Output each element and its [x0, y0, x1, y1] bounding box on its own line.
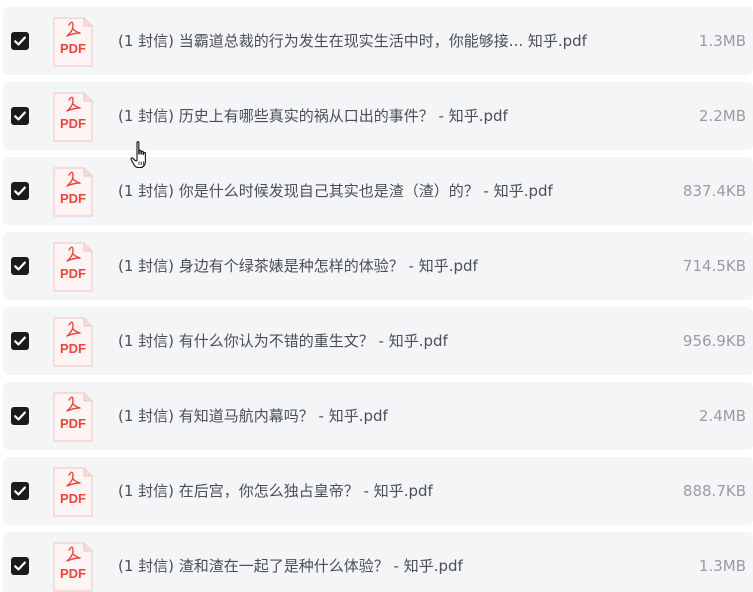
- file-size: 888.7KB: [682, 482, 746, 500]
- file-name: (1 封信) 渣和渣在一起了是种什么体验？ - 知乎.pdf: [118, 557, 463, 575]
- file-size: 1.3MB: [698, 557, 746, 575]
- checkmark-icon: [14, 486, 26, 496]
- pdf-file-icon: PDF: [53, 542, 93, 592]
- pdf-file-icon: PDF: [53, 242, 93, 292]
- file-size: 714.5KB: [682, 257, 746, 275]
- hand-pointer-icon: [130, 141, 146, 169]
- checkbox[interactable]: [11, 107, 29, 125]
- file-name: (1 封信) 历史上有哪些真实的祸从口出的事件？ - 知乎.pdf: [118, 107, 508, 125]
- pdf-label: PDF: [60, 341, 86, 356]
- pdf-file-icon: PDF: [53, 92, 93, 142]
- checkmark-icon: [14, 186, 26, 196]
- pdf-label: PDF: [60, 191, 86, 206]
- file-size: 956.9KB: [682, 332, 746, 350]
- checkbox[interactable]: [11, 557, 29, 575]
- file-row[interactable]: PDF (1 封信) 在后宫，你怎么独占皇帝？ - 知乎.pdf 888.7KB: [3, 457, 753, 525]
- file-name: (1 封信) 有什么你认为不错的重生文？ - 知乎.pdf: [118, 332, 448, 350]
- checkbox[interactable]: [11, 32, 29, 50]
- pdf-file-icon: PDF: [53, 167, 93, 217]
- pdf-file-icon: PDF: [53, 392, 93, 442]
- file-size: 2.4MB: [698, 407, 746, 425]
- checkbox[interactable]: [11, 407, 29, 425]
- file-row[interactable]: PDF (1 封信) 你是什么时候发现自己其实也是渣（渣）的？ - 知乎.pdf…: [3, 157, 753, 225]
- checkbox[interactable]: [11, 182, 29, 200]
- file-row[interactable]: PDF (1 封信) 渣和渣在一起了是种什么体验？ - 知乎.pdf 1.3MB: [3, 532, 753, 592]
- pdf-label: PDF: [60, 116, 86, 131]
- pdf-label: PDF: [60, 416, 86, 431]
- file-list: PDF (1 封信) 当霸道总裁的行为发生在现实生活中时，你能够接... 知乎.…: [0, 0, 753, 592]
- checkbox[interactable]: [11, 257, 29, 275]
- checkbox[interactable]: [11, 332, 29, 350]
- file-size: 1.3MB: [698, 32, 746, 50]
- file-row[interactable]: PDF (1 封信) 有知道马航内幕吗？ - 知乎.pdf 2.4MB: [3, 382, 753, 450]
- file-name: (1 封信) 有知道马航内幕吗？ - 知乎.pdf: [118, 407, 388, 425]
- checkbox[interactable]: [11, 482, 29, 500]
- pdf-file-icon: PDF: [53, 317, 93, 367]
- pdf-file-icon: PDF: [53, 17, 93, 67]
- checkmark-icon: [14, 261, 26, 271]
- file-size: 2.2MB: [698, 107, 746, 125]
- pdf-label: PDF: [60, 266, 86, 281]
- file-name: (1 封信) 身边有个绿茶婊是种怎样的体验？ - 知乎.pdf: [118, 257, 478, 275]
- checkmark-icon: [14, 411, 26, 421]
- file-size: 837.4KB: [682, 182, 746, 200]
- checkmark-icon: [14, 561, 26, 571]
- file-name: (1 封信) 你是什么时候发现自己其实也是渣（渣）的？ - 知乎.pdf: [118, 182, 553, 200]
- file-row[interactable]: PDF (1 封信) 身边有个绿茶婊是种怎样的体验？ - 知乎.pdf 714.…: [3, 232, 753, 300]
- file-row[interactable]: PDF (1 封信) 当霸道总裁的行为发生在现实生活中时，你能够接... 知乎.…: [3, 7, 753, 75]
- file-row[interactable]: PDF (1 封信) 有什么你认为不错的重生文？ - 知乎.pdf 956.9K…: [3, 307, 753, 375]
- pdf-label: PDF: [60, 566, 86, 581]
- pdf-file-icon: PDF: [53, 467, 93, 517]
- file-name: (1 封信) 当霸道总裁的行为发生在现实生活中时，你能够接... 知乎.pdf: [118, 32, 587, 50]
- checkmark-icon: [14, 111, 26, 121]
- pdf-label: PDF: [60, 41, 86, 56]
- file-name: (1 封信) 在后宫，你怎么独占皇帝？ - 知乎.pdf: [118, 482, 433, 500]
- checkmark-icon: [14, 336, 26, 346]
- checkmark-icon: [14, 36, 26, 46]
- pdf-label: PDF: [60, 491, 86, 506]
- file-row[interactable]: PDF (1 封信) 历史上有哪些真实的祸从口出的事件？ - 知乎.pdf 2.…: [3, 82, 753, 150]
